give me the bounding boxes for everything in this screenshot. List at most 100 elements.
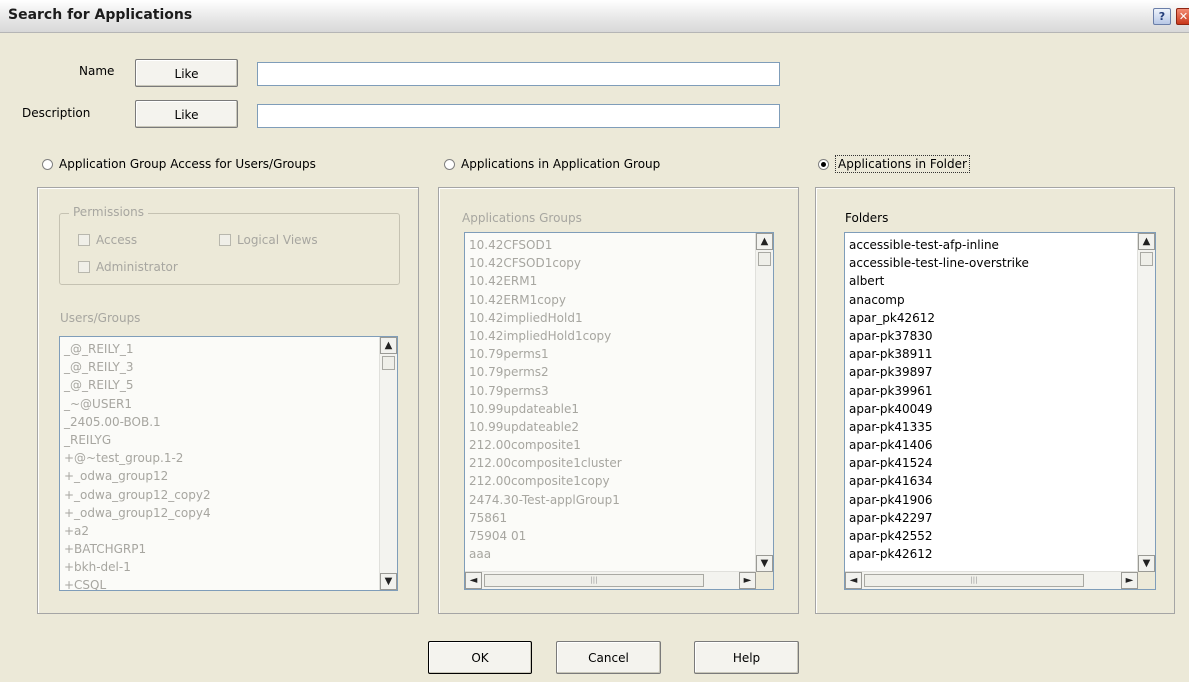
scroll-thumb[interactable] bbox=[382, 356, 395, 370]
close-icon[interactable]: ✕ bbox=[1176, 8, 1189, 25]
list-item[interactable]: _@_REILY_1 bbox=[64, 340, 397, 358]
list-item[interactable]: 10.99updateable1 bbox=[469, 400, 773, 418]
application-groups-items: 10.42CFSOD1 10.42CFSOD1copy 10.42ERM1 10.42… bbox=[465, 233, 773, 563]
folders-listbox[interactable]: accessible-test-afp-inline accessible-tes… bbox=[844, 232, 1156, 590]
users-groups-listbox[interactable]: _@_REILY_1 _@_REILY_3 _@_REILY_5 _~@USER1 _2… bbox=[59, 336, 398, 591]
list-item[interactable]: +a2 bbox=[64, 522, 397, 540]
radio-apps-in-folder[interactable]: Applications in Folder bbox=[818, 155, 970, 173]
scroll-corner bbox=[756, 572, 773, 589]
list-item[interactable]: 10.42impliedHold1copy bbox=[469, 327, 773, 345]
help-icon[interactable]: ? bbox=[1153, 8, 1171, 25]
list-item[interactable]: 212.00composite1cluster bbox=[469, 454, 773, 472]
list-item[interactable]: apar-pk38911 bbox=[849, 345, 1155, 363]
list-item[interactable]: 10.79perms2 bbox=[469, 363, 773, 381]
list-item[interactable]: 2474.30-Test-applGroup1 bbox=[469, 491, 773, 509]
list-item[interactable]: _~@USER1 bbox=[64, 395, 397, 413]
scroll-up-icon[interactable]: ▲ bbox=[380, 337, 397, 354]
ok-button[interactable]: OK bbox=[428, 641, 532, 674]
radio-label-apps-in-group: Applications in Application Group bbox=[461, 157, 661, 171]
list-item[interactable]: +bkh-del-1 bbox=[64, 558, 397, 576]
scroll-up-icon[interactable]: ▲ bbox=[756, 233, 773, 250]
list-item[interactable]: 10.42ERM1 bbox=[469, 272, 773, 290]
application-groups-hscroll[interactable]: ◄ ||| ► bbox=[465, 571, 756, 589]
list-item[interactable]: apar-pk42297 bbox=[849, 509, 1155, 527]
list-item[interactable]: apar-pk41634 bbox=[849, 472, 1155, 490]
application-groups-listbox[interactable]: 10.42CFSOD1 10.42CFSOD1copy 10.42ERM1 10.42… bbox=[464, 232, 774, 590]
list-item[interactable]: 75904 01 bbox=[469, 527, 773, 545]
list-item[interactable]: _2405.00-BOB.1 bbox=[64, 413, 397, 431]
list-item[interactable]: 10.42ERM1copy bbox=[469, 291, 773, 309]
access-label: Access bbox=[96, 233, 138, 247]
list-item[interactable]: apar-pk40049 bbox=[849, 400, 1155, 418]
folders-hscroll[interactable]: ◄ ||| ► bbox=[845, 571, 1138, 589]
access-checkbox[interactable]: Access bbox=[78, 233, 137, 247]
permissions-legend: Permissions bbox=[69, 205, 148, 219]
cancel-button[interactable]: Cancel bbox=[556, 641, 661, 674]
administrator-checkbox[interactable]: Administrator bbox=[78, 260, 178, 274]
radio-label-apps-in-folder: Applications in Folder bbox=[835, 155, 970, 173]
description-input[interactable] bbox=[257, 104, 780, 128]
list-item[interactable]: 212.00composite1copy bbox=[469, 472, 773, 490]
list-item[interactable]: +@~test_group.1-2 bbox=[64, 449, 397, 467]
application-groups-vscroll[interactable]: ▲ ▼ bbox=[755, 233, 773, 572]
radio-indicator bbox=[818, 158, 829, 170]
list-item[interactable]: apar-pk41406 bbox=[849, 436, 1155, 454]
list-item[interactable]: accessible-test-afp-inline bbox=[849, 236, 1155, 254]
list-item[interactable]: aaa bbox=[469, 545, 773, 563]
checkbox-box bbox=[78, 261, 90, 273]
scroll-thumb[interactable]: ||| bbox=[864, 574, 1084, 587]
logical-views-checkbox[interactable]: Logical Views bbox=[219, 233, 318, 247]
list-item[interactable]: 10.79perms3 bbox=[469, 382, 773, 400]
list-item[interactable]: 10.99updateable2 bbox=[469, 418, 773, 436]
list-item[interactable]: +_odwa_group12 bbox=[64, 467, 397, 485]
scroll-down-icon[interactable]: ▼ bbox=[756, 555, 773, 572]
users-groups-vscroll[interactable]: ▲ ▼ bbox=[379, 337, 397, 590]
list-item[interactable]: _@_REILY_5 bbox=[64, 376, 397, 394]
list-item[interactable]: 10.42CFSOD1copy bbox=[469, 254, 773, 272]
list-item[interactable]: apar-pk41524 bbox=[849, 454, 1155, 472]
name-input[interactable] bbox=[257, 62, 780, 86]
list-item[interactable]: +CSQL bbox=[64, 576, 397, 590]
description-label: Description bbox=[22, 106, 91, 120]
folders-vscroll[interactable]: ▲ ▼ bbox=[1137, 233, 1155, 572]
list-item[interactable]: apar-pk39897 bbox=[849, 363, 1155, 381]
list-item[interactable]: 212.00composite1 bbox=[469, 436, 773, 454]
name-label: Name bbox=[79, 64, 115, 78]
list-item[interactable]: apar_pk42612 bbox=[849, 309, 1155, 327]
help-button[interactable]: Help bbox=[694, 641, 799, 674]
radio-apps-in-group[interactable]: Applications in Application Group bbox=[444, 157, 660, 171]
application-groups-label: Applications Groups bbox=[462, 211, 582, 225]
radio-group-access[interactable]: Application Group Access for Users/Group… bbox=[42, 157, 316, 171]
scroll-thumb[interactable] bbox=[1140, 252, 1153, 266]
list-item[interactable]: anacomp bbox=[849, 291, 1155, 309]
scroll-up-icon[interactable]: ▲ bbox=[1138, 233, 1155, 250]
list-item[interactable]: 10.79perms1 bbox=[469, 345, 773, 363]
scroll-thumb[interactable]: ||| bbox=[484, 574, 704, 587]
list-item[interactable]: 75861 bbox=[469, 509, 773, 527]
list-item[interactable]: albert bbox=[849, 272, 1155, 290]
list-item[interactable]: apar-pk41906 bbox=[849, 491, 1155, 509]
scroll-right-icon[interactable]: ► bbox=[739, 572, 756, 589]
list-item[interactable]: apar-pk42552 bbox=[849, 527, 1155, 545]
list-item[interactable]: apar-pk42612 bbox=[849, 545, 1155, 563]
list-item[interactable]: apar-pk37830 bbox=[849, 327, 1155, 345]
scroll-down-icon[interactable]: ▼ bbox=[380, 573, 397, 590]
list-item[interactable]: +_odwa_group12_copy2 bbox=[64, 486, 397, 504]
permissions-groupbox bbox=[59, 213, 400, 285]
list-item[interactable]: 10.42CFSOD1 bbox=[469, 236, 773, 254]
list-item[interactable]: +_odwa_group12_copy4 bbox=[64, 504, 397, 522]
scroll-thumb[interactable] bbox=[758, 252, 771, 266]
list-item[interactable]: apar-pk41335 bbox=[849, 418, 1155, 436]
list-item[interactable]: apar-pk39961 bbox=[849, 382, 1155, 400]
list-item[interactable]: 10.42impliedHold1 bbox=[469, 309, 773, 327]
scroll-left-icon[interactable]: ◄ bbox=[845, 572, 862, 589]
description-like-button[interactable]: Like bbox=[135, 100, 238, 128]
scroll-left-icon[interactable]: ◄ bbox=[465, 572, 482, 589]
list-item[interactable]: accessible-test-line-overstrike bbox=[849, 254, 1155, 272]
list-item[interactable]: _REILYG bbox=[64, 431, 397, 449]
list-item[interactable]: _@_REILY_3 bbox=[64, 358, 397, 376]
scroll-down-icon[interactable]: ▼ bbox=[1138, 555, 1155, 572]
scroll-right-icon[interactable]: ► bbox=[1121, 572, 1138, 589]
list-item[interactable]: +BATCHGRP1 bbox=[64, 540, 397, 558]
name-like-button[interactable]: Like bbox=[135, 59, 238, 87]
